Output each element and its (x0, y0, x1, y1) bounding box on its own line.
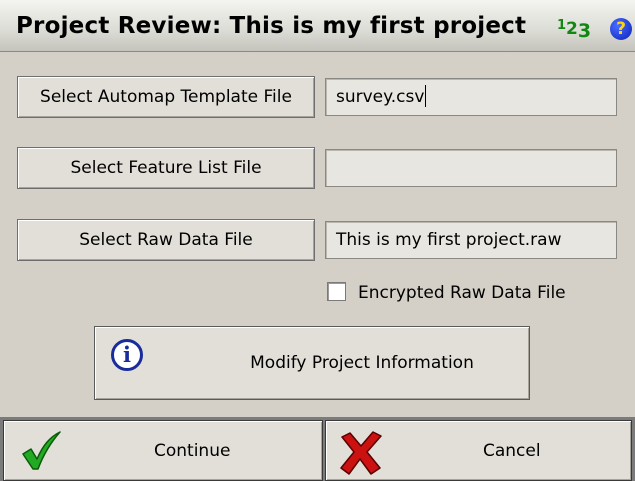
modify-project-information-label: Modify Project Information (250, 353, 474, 373)
raw-data-value: This is my first project.raw (336, 230, 562, 250)
continue-label: Continue (154, 440, 231, 461)
x-icon (340, 431, 382, 475)
select-automap-template-label: Select Automap Template File (40, 87, 292, 107)
automap-template-value: survey.csv (336, 87, 425, 107)
select-raw-data-button[interactable]: Select Raw Data File (17, 219, 315, 261)
cancel-button[interactable]: Cancel (325, 420, 632, 481)
encrypted-raw-data-checkbox[interactable] (327, 282, 346, 301)
input-mode-digit-1: 1 (557, 18, 567, 33)
encrypted-raw-data-label[interactable]: Encrypted Raw Data File (358, 283, 566, 303)
text-caret (425, 85, 427, 107)
select-feature-list-button[interactable]: Select Feature List File (17, 147, 315, 189)
feature-list-field[interactable] (325, 149, 617, 187)
cancel-label: Cancel (483, 440, 541, 461)
help-icon[interactable]: ? (610, 18, 632, 40)
modify-project-information-button[interactable]: i Modify Project Information (94, 326, 530, 400)
input-mode-digit-3: 3 (577, 20, 592, 42)
title-bar: Project Review: This is my first project… (0, 0, 635, 52)
continue-button[interactable]: Continue (3, 420, 323, 481)
automap-template-field[interactable]: survey.csv (325, 78, 617, 116)
checkmark-icon (22, 431, 61, 470)
window-title: Project Review: This is my first project (16, 13, 527, 39)
select-feature-list-label: Select Feature List File (70, 158, 262, 178)
select-raw-data-label: Select Raw Data File (79, 230, 253, 250)
input-mode-digit-2: 2 (566, 19, 578, 39)
input-mode-indicator[interactable]: 123 (557, 17, 592, 42)
info-icon: i (111, 339, 143, 371)
raw-data-field[interactable]: This is my first project.raw (325, 221, 617, 259)
select-automap-template-button[interactable]: Select Automap Template File (17, 76, 315, 118)
